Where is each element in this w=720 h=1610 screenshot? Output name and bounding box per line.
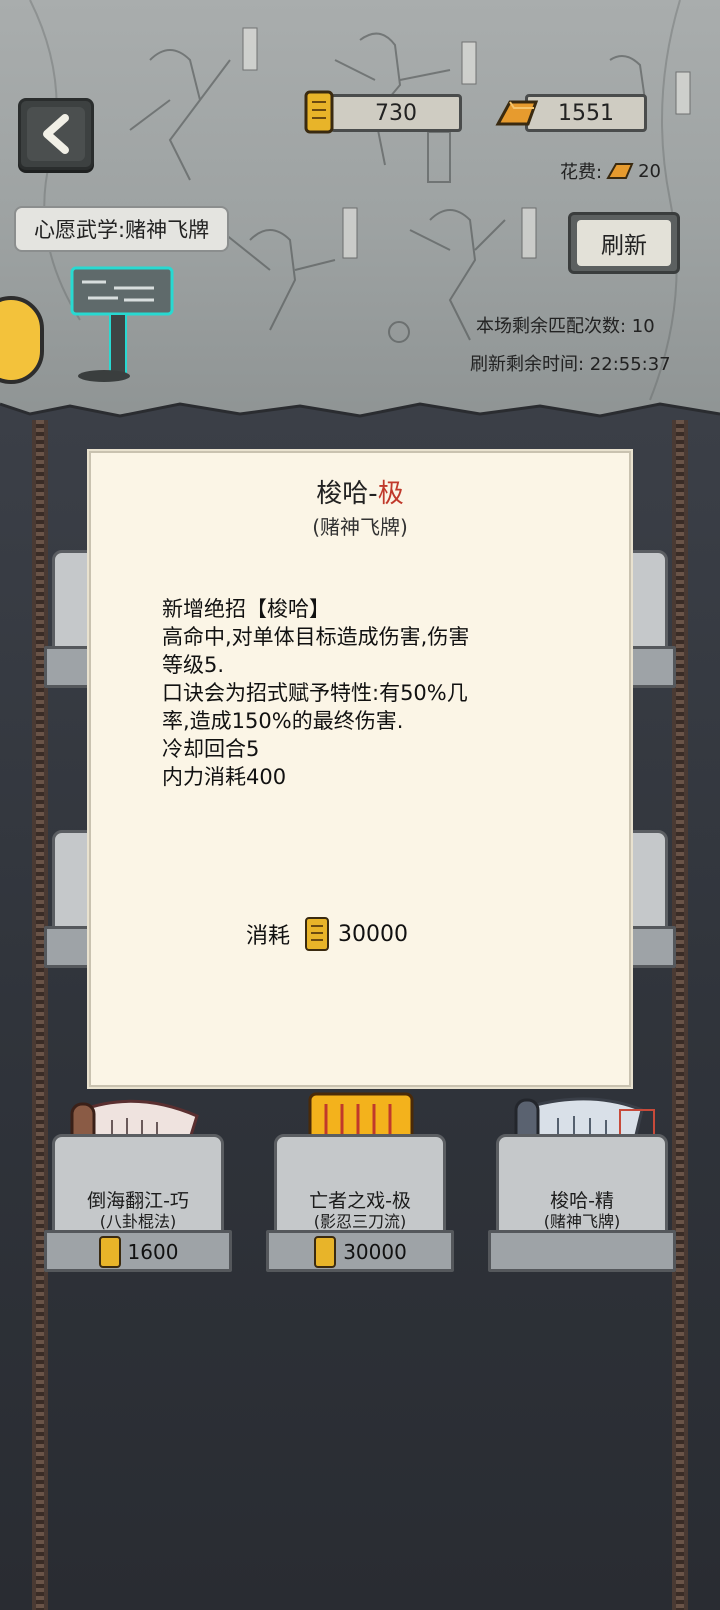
side-avatar-button[interactable] — [0, 296, 44, 384]
item-school: (赌神飞牌) — [543, 1212, 621, 1231]
remaining-matches-text: 本场剩余匹配次数: 10 — [476, 316, 655, 337]
token-balance: 730 — [330, 94, 462, 132]
modal-title-grade: 极 — [377, 479, 404, 509]
shelf-item[interactable]: 亡者之戏-极 (影忍三刀流) 30000 — [266, 1092, 454, 1272]
chevron-left-icon — [43, 114, 69, 154]
modal-description: 新增绝招【梭哈】 高命中,对单体目标造成伤害,伤害 等级5. 口诀会为招式赋予特… — [162, 595, 562, 791]
game-screen: 730 1551 花费: 20 心愿武学:赌神飞牌 刷新 本场剩余匹配次数: 1 — [0, 0, 720, 1610]
modal-title-name: 梭哈- — [316, 479, 378, 509]
item-price — [488, 1237, 676, 1267]
cost-value: 30000 — [338, 921, 409, 947]
description-line: 高命中,对单体目标造成伤害,伤害 — [162, 625, 470, 649]
refresh-button[interactable]: 刷新 — [568, 212, 680, 274]
token-scroll-icon — [98, 1236, 121, 1268]
modal-cost: 消耗 30000 — [246, 916, 408, 952]
refresh-timer-text: 刷新剩余时间: 22:55:37 — [470, 354, 671, 375]
token-scroll-icon — [305, 917, 330, 951]
item-school: (影忍三刀流) — [313, 1212, 407, 1231]
shelf-item[interactable]: 倒海翻江-巧 (八卦棍法) 1600 — [44, 1099, 232, 1272]
description-line: 新增绝招【梭哈】 — [162, 597, 330, 621]
modal-title: 梭哈-极 — [91, 473, 629, 510]
token-balance-value: 730 — [375, 100, 417, 126]
description-line: 口诀会为招式赋予特性:有50%几 — [162, 681, 468, 705]
signpost-icon[interactable] — [64, 258, 184, 388]
modal-subtitle: (赌神飞牌) — [312, 515, 408, 539]
description-line: 等级5. — [162, 653, 225, 677]
gold-bar-icon — [606, 163, 634, 179]
token-scroll-icon — [314, 1236, 337, 1268]
item-price: 30000 — [266, 1236, 454, 1268]
cost-label: 花费: — [560, 162, 603, 183]
wish-text: 心愿武学:赌神飞牌 — [34, 218, 210, 242]
gold-balance: 1551 — [525, 94, 647, 132]
refresh-button-label: 刷新 — [577, 220, 671, 266]
wish-martial-art-label: 心愿武学:赌神飞牌 — [14, 206, 230, 252]
back-button[interactable] — [18, 98, 94, 170]
skill-detail-modal[interactable]: 梭哈-极 (赌神飞牌) 新增绝招【梭哈】 高命中,对单体目标造成伤害,伤害 等级… — [89, 451, 631, 1087]
token-scroll-icon — [304, 90, 334, 134]
item-price-value: 1600 — [127, 1240, 179, 1264]
cost-value: 20 — [638, 160, 661, 182]
description-line: 内力消耗400 — [162, 765, 287, 789]
martial-arts-scene: 730 1551 花费: 20 心愿武学:赌神飞牌 刷新 本场剩余匹配次数: 1 — [0, 0, 720, 420]
item-price: 1600 — [44, 1236, 232, 1268]
gold-bar-icon — [495, 100, 539, 126]
cost-label: 消耗 — [246, 924, 291, 949]
shelf-item[interactable]: 梭哈-精 (赌神飞牌) — [488, 1097, 676, 1272]
gold-balance-value: 1551 — [558, 100, 614, 126]
description-line: 冷却回合5 — [162, 737, 260, 761]
refresh-cost: 花费: 20 — [560, 158, 661, 184]
description-line: 率,造成150%的最终伤害. — [162, 709, 404, 733]
item-price-value: 30000 — [343, 1240, 407, 1264]
item-school: (八卦棍法) — [99, 1212, 177, 1231]
